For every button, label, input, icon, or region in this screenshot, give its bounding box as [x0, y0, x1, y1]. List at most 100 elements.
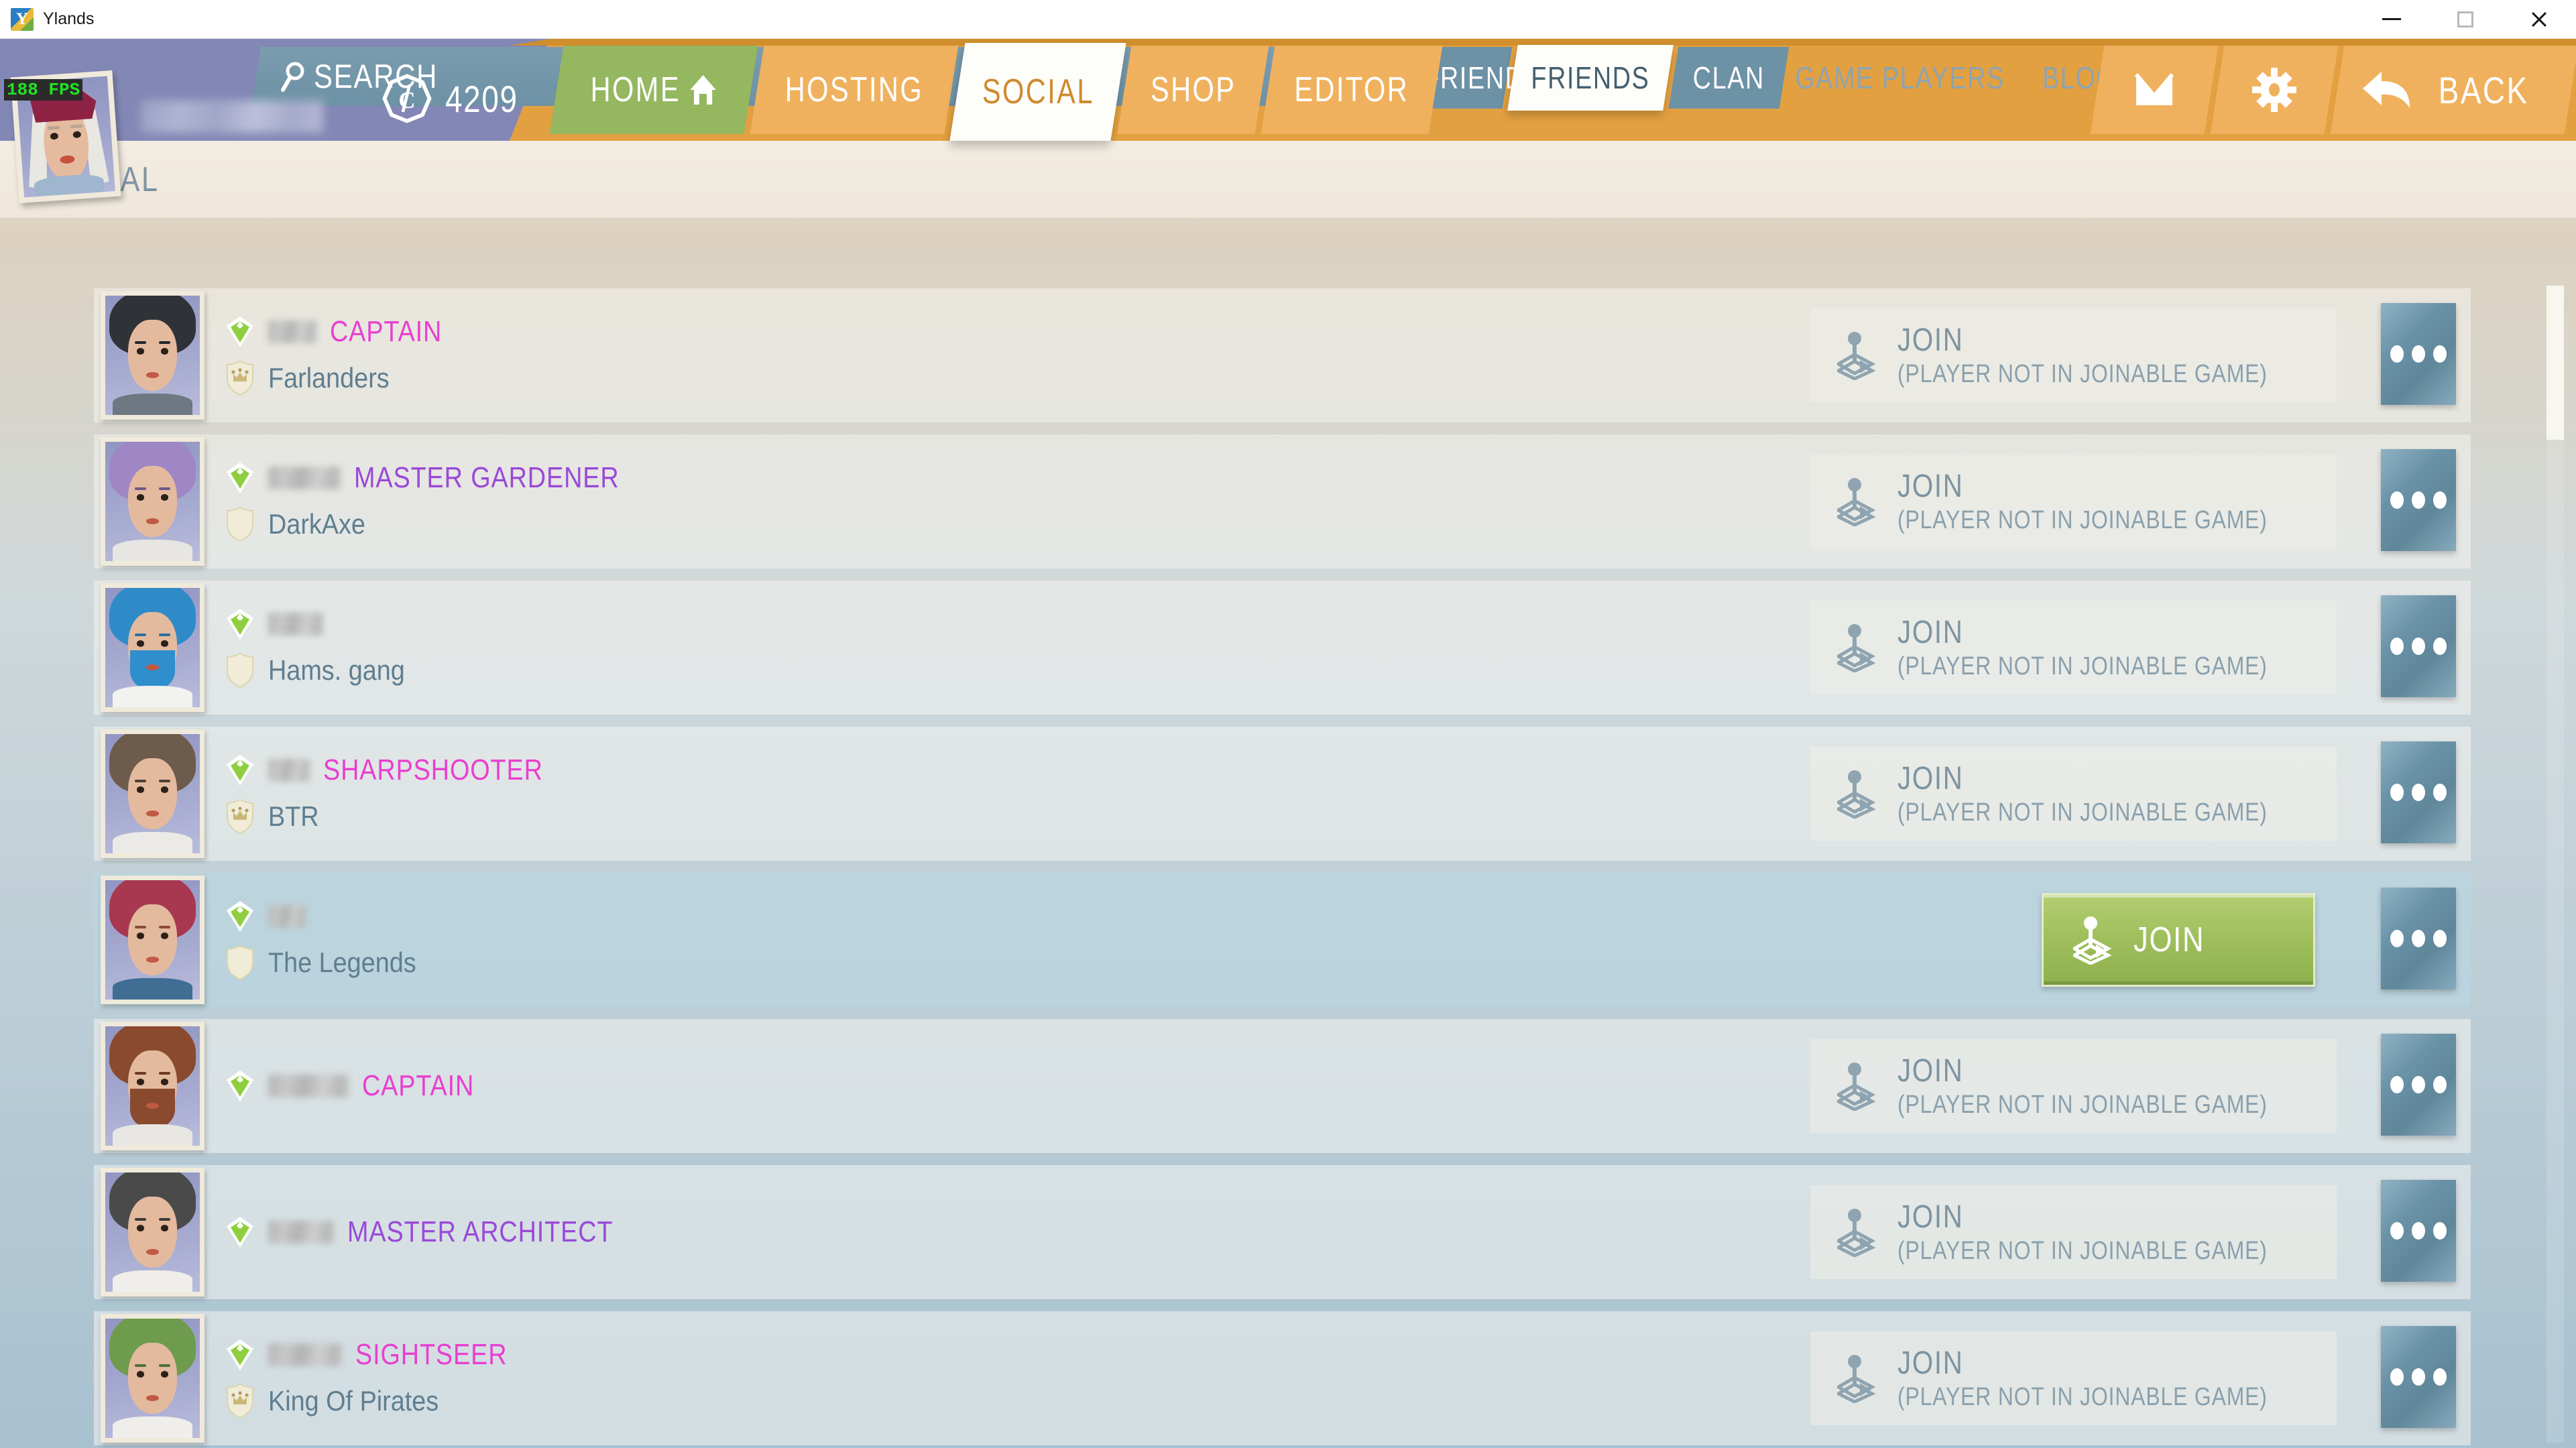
friend-clan-line: Hams. gang: [225, 653, 420, 688]
sub-tab-friends[interactable]: FRIENDS: [1507, 45, 1674, 111]
more-options-button[interactable]: [2381, 303, 2456, 405]
friend-identity-line: MASTER ARCHITECT: [225, 1215, 656, 1249]
portrait-eye-left: [136, 348, 144, 355]
nav-tab-home[interactable]: HOME: [549, 46, 758, 134]
portrait-beard: [129, 650, 176, 691]
close-icon: [2530, 10, 2549, 29]
portrait-eye-left: [136, 1371, 144, 1378]
search-icon: [281, 62, 304, 92]
join-button: JOIN (PLAYER NOT IN JOINABLE GAME): [1810, 1039, 2337, 1133]
join-label: JOIN: [1897, 761, 1964, 796]
sub-tab-clan[interactable]: CLAN: [1668, 47, 1790, 109]
friend-row[interactable]: The Legends JOIN: [94, 873, 2471, 1007]
friend-identity-line: SIGHTSEER: [225, 1338, 532, 1372]
portrait-body: [113, 393, 192, 415]
friend-rank: SIGHTSEER: [355, 1338, 508, 1371]
dot: [2412, 930, 2425, 947]
friend-row[interactable]: CAPTAIN JOIN (PLAYER NOT IN JOINABLE GAM…: [94, 1019, 2471, 1153]
friend-username-redacted: [268, 467, 341, 489]
nav-tab-editor-label: EDITOR: [1294, 70, 1409, 109]
status-online-icon: [227, 901, 253, 932]
friend-avatar[interactable]: [101, 876, 204, 1004]
friend-portrait: [105, 588, 200, 707]
nav-tab-social[interactable]: SOCIAL: [949, 43, 1126, 141]
friend-username-redacted: [268, 905, 306, 928]
header-actions: BACK: [2090, 46, 2576, 141]
dot: [2390, 345, 2404, 363]
settings-button[interactable]: [2210, 46, 2338, 134]
join-texts: JOIN (PLAYER NOT IN JOINABLE GAME): [1897, 1345, 2338, 1412]
portrait-eye-left: [136, 1079, 144, 1086]
friend-avatar[interactable]: [101, 291, 204, 420]
mail-button[interactable]: [2090, 46, 2218, 134]
dot: [2412, 638, 2425, 655]
dot: [2412, 345, 2425, 363]
nav-tab-hosting-label: HOSTING: [784, 70, 924, 109]
friend-row[interactable]: MASTER GARDENER DarkAxe JOIN (PLAYER NOT…: [94, 434, 2471, 568]
maximize-button[interactable]: [2428, 0, 2502, 38]
join-button[interactable]: JOIN: [2042, 893, 2315, 987]
portrait-body: [113, 1124, 192, 1146]
friend-identity-line: SHARPSHOOTER: [225, 753, 579, 787]
clan-leader-shield-icon: [227, 1384, 253, 1419]
more-options-button[interactable]: [2381, 888, 2456, 989]
dot: [2412, 784, 2425, 801]
friend-rank: SHARPSHOOTER: [323, 753, 543, 786]
scrollbar-thumb[interactable]: [2546, 286, 2564, 440]
friend-username-redacted: [268, 320, 316, 343]
friend-avatar[interactable]: [101, 1168, 204, 1296]
friend-avatar[interactable]: [101, 729, 204, 858]
nav-tab-shop[interactable]: SHOP: [1117, 46, 1269, 134]
friend-portrait: [105, 442, 200, 561]
dot: [2433, 1368, 2447, 1386]
friend-row[interactable]: SHARPSHOOTER BTR JOIN (PLAYER NOT IN JOI…: [94, 727, 2471, 861]
portrait-face: [127, 758, 178, 830]
friend-row[interactable]: SIGHTSEER King Of Pirates JOIN (PLAYER N…: [94, 1311, 2471, 1445]
friend-avatar[interactable]: [101, 1314, 204, 1443]
sub-tab-friends-label: FRIENDS: [1531, 60, 1650, 95]
dot: [2433, 638, 2447, 655]
friend-clan-name: King Of Pirates: [268, 1385, 439, 1416]
join-game-icon: [1837, 478, 1876, 526]
friend-avatar[interactable]: [101, 437, 204, 566]
join-disabled-note: (PLAYER NOT IN JOINABLE GAME): [1897, 360, 2268, 388]
nav-tab-editor[interactable]: EDITOR: [1261, 46, 1443, 134]
friend-clan-name: Farlanders: [268, 362, 390, 394]
portrait-mouth: [145, 1102, 160, 1109]
portrait-mouth: [145, 956, 160, 963]
status-online-icon: [227, 609, 253, 640]
more-options-button[interactable]: [2381, 1034, 2456, 1136]
friend-row[interactable]: CAPTAIN Farlanders JOIN (PLAYER NOT IN J…: [94, 288, 2471, 422]
friend-portrait: [105, 880, 200, 1000]
list-scrollbar[interactable]: [2546, 286, 2564, 1443]
dot: [2390, 491, 2404, 509]
back-button[interactable]: BACK: [2330, 46, 2576, 134]
dot: [2433, 1222, 2447, 1240]
friend-row[interactable]: Hams. gang JOIN (PLAYER NOT IN JOINABLE …: [94, 581, 2471, 715]
more-options-button[interactable]: [2381, 1326, 2456, 1428]
friend-info: CAPTAIN: [225, 1019, 492, 1153]
minimize-button[interactable]: [2355, 0, 2428, 38]
friend-avatar[interactable]: [101, 1022, 204, 1150]
portrait-body: [113, 977, 192, 1000]
join-button: JOIN (PLAYER NOT IN JOINABLE GAME): [1810, 747, 2337, 841]
friend-rank: MASTER GARDENER: [354, 461, 620, 494]
nav-tab-home-label: HOME: [590, 70, 681, 109]
more-options-button[interactable]: [2381, 741, 2456, 843]
friend-username-redacted: [268, 1075, 349, 1097]
more-options-button[interactable]: [2381, 449, 2456, 551]
nav-tab-hosting[interactable]: HOSTING: [750, 46, 959, 134]
sub-tab-game-players[interactable]: GAME PLAYERS: [1785, 47, 2016, 109]
join-texts: JOIN (PLAYER NOT IN JOINABLE GAME): [1897, 1052, 2338, 1120]
more-options-button[interactable]: [2381, 595, 2456, 697]
friend-avatar[interactable]: [101, 583, 204, 712]
friend-username-redacted: [268, 613, 323, 636]
friend-rank: CAPTAIN: [362, 1069, 475, 1102]
gear-icon: [2251, 68, 2296, 112]
portrait-brow-left: [134, 341, 146, 345]
more-options-button[interactable]: [2381, 1180, 2456, 1282]
friend-row[interactable]: MASTER ARCHITECT JOIN (PLAYER NOT IN JOI…: [94, 1165, 2471, 1299]
dot: [2390, 930, 2404, 947]
portrait-eye-left: [136, 640, 144, 648]
close-button[interactable]: [2502, 0, 2576, 38]
